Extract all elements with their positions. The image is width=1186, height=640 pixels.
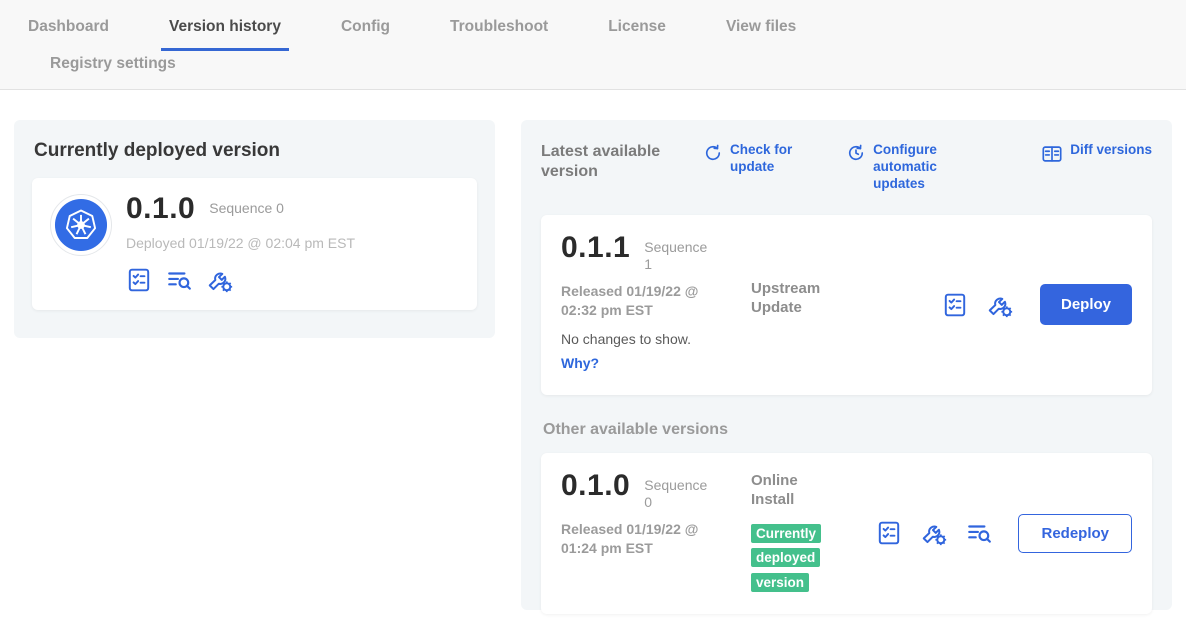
refresh-icon (703, 142, 723, 168)
deploy-button[interactable]: Deploy (1040, 284, 1132, 325)
edit-config-icon[interactable] (206, 266, 234, 294)
deployed-sequence-label: Sequence 0 (209, 200, 284, 218)
tab-license[interactable]: License (608, 18, 666, 51)
currently-deployed-badge: Currently deployed version (751, 524, 821, 593)
auto-update-icon (846, 142, 866, 168)
other-source-label: Online Install (751, 471, 836, 510)
latest-available-title: Latest available version (541, 142, 679, 182)
latest-released-timestamp: Released 01/19/22 @ 02:32 pm EST (561, 282, 711, 320)
edit-config-icon[interactable] (920, 519, 948, 547)
currently-deployed-panel: Currently deployed version (14, 120, 495, 338)
preflight-checks-icon[interactable] (942, 292, 968, 318)
configure-auto-updates-link[interactable]: Configure automatic updates (846, 142, 991, 193)
nav-row-secondary: Registry settings (0, 51, 1186, 89)
tab-view-files[interactable]: View files (726, 18, 796, 51)
tab-config[interactable]: Config (341, 18, 390, 51)
nav-row-primary: Dashboard Version history Config Trouble… (0, 0, 1186, 51)
kubernetes-icon (50, 194, 112, 256)
latest-version-number: 0.1.1 (561, 233, 630, 263)
version-actions: Check for update Configure automatic upd… (703, 142, 1152, 193)
tab-registry-settings[interactable]: Registry settings (50, 55, 176, 87)
check-for-update-link[interactable]: Check for update (703, 142, 796, 193)
other-version-card: 0.1.0 Sequence 0 Released 01/19/22 @ 01:… (541, 453, 1152, 614)
view-logs-icon[interactable] (166, 267, 192, 293)
preflight-checks-icon[interactable] (126, 267, 152, 293)
other-sequence-label: Sequence 0 (644, 477, 708, 512)
latest-version-card: 0.1.1 Sequence 1 Released 01/19/22 @ 02:… (541, 215, 1152, 395)
other-released-timestamp: Released 01/19/22 @ 01:24 pm EST (561, 520, 711, 558)
latest-source-label: Upstream Update (751, 279, 836, 318)
available-versions-panel: Latest available version Check for updat… (521, 120, 1172, 610)
other-version-number: 0.1.0 (561, 471, 630, 501)
diff-versions-link[interactable]: Diff versions (1041, 142, 1152, 193)
other-versions-title: Other available versions (543, 421, 1152, 439)
tab-dashboard[interactable]: Dashboard (28, 18, 109, 51)
edit-config-icon[interactable] (986, 291, 1014, 319)
diff-icon (1041, 142, 1063, 170)
view-logs-icon[interactable] (966, 520, 992, 546)
top-nav: Dashboard Version history Config Trouble… (0, 0, 1186, 90)
deployed-version-info: 0.1.0 Sequence 0 Deployed 01/19/22 @ 02:… (126, 194, 355, 294)
tab-version-history[interactable]: Version history (161, 18, 289, 51)
currently-deployed-title: Currently deployed version (34, 140, 495, 162)
redeploy-button[interactable]: Redeploy (1018, 514, 1132, 553)
tab-troubleshoot[interactable]: Troubleshoot (450, 18, 548, 51)
preflight-checks-icon[interactable] (876, 520, 902, 546)
deployed-version-number: 0.1.0 (126, 194, 195, 224)
why-link[interactable]: Why? (561, 355, 599, 371)
no-changes-text: No changes to show. (561, 331, 751, 347)
version-history-page: Dashboard Version history Config Trouble… (0, 0, 1186, 640)
deployed-timestamp: Deployed 01/19/22 @ 02:04 pm EST (126, 235, 355, 251)
latest-sequence-label: Sequence 1 (644, 239, 708, 274)
deployed-version-card: 0.1.0 Sequence 0 Deployed 01/19/22 @ 02:… (32, 178, 477, 310)
